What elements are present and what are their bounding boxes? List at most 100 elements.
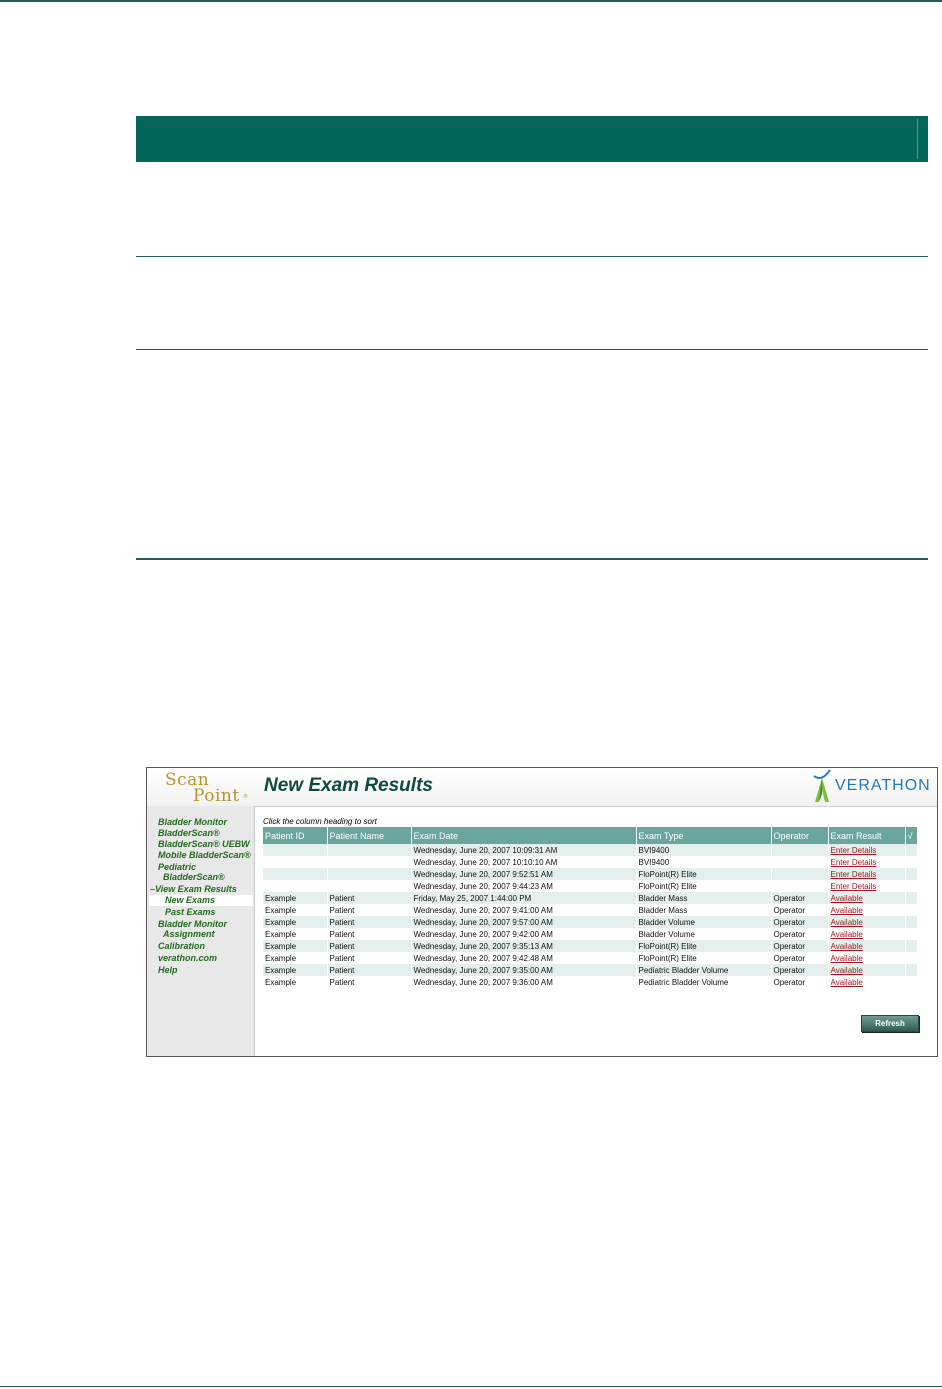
exam-type-cell: FloPoint(R) Elite bbox=[636, 952, 772, 964]
section-rule bbox=[136, 558, 928, 560]
patient-name-cell bbox=[327, 880, 412, 892]
patient-name-cell: Patient bbox=[327, 964, 412, 976]
sidebar-item-past-exams[interactable]: Past Exams bbox=[165, 907, 216, 917]
table-row[interactable]: Example Patient Wednesday, June 20, 2007 9… bbox=[263, 928, 918, 940]
column-header-checkmark[interactable]: √ bbox=[905, 827, 918, 844]
table-row[interactable]: Example Patient Wednesday, June 20, 2007 9… bbox=[263, 940, 918, 952]
sidebar-item-help[interactable]: Help bbox=[158, 965, 178, 975]
exam-result-link[interactable]: Available bbox=[831, 966, 863, 975]
operator-cell: Operator bbox=[771, 892, 829, 904]
sidebar-item-bladderscan-uebw[interactable]: BladderScan® UEBW bbox=[158, 839, 250, 849]
select-cell[interactable] bbox=[905, 856, 918, 868]
operator-cell: Operator bbox=[771, 976, 829, 988]
operator-cell: Operator bbox=[771, 928, 829, 940]
sidebar-item-bladder-monitor-assignment[interactable]: Bladder Monitor bbox=[158, 919, 227, 929]
select-cell[interactable] bbox=[905, 880, 918, 892]
sidebar-item-mobile-bladderscan[interactable]: Mobile BladderScan® bbox=[158, 850, 251, 860]
operator-cell bbox=[771, 856, 829, 868]
exam-result-link[interactable]: Enter Details bbox=[831, 846, 877, 855]
select-cell[interactable] bbox=[905, 844, 918, 856]
exam-type-cell: Bladder Volume bbox=[636, 928, 772, 940]
exam-type-cell: Bladder Mass bbox=[636, 904, 772, 916]
select-cell[interactable] bbox=[905, 868, 918, 880]
column-header-patient-id[interactable]: Patient ID bbox=[263, 827, 328, 844]
sidebar-item-bladderscan[interactable]: BladderScan® bbox=[158, 828, 220, 838]
exam-result-link[interactable]: Enter Details bbox=[831, 882, 877, 891]
patient-id-cell bbox=[263, 856, 328, 868]
table-row[interactable]: Example Patient Friday, May 25, 2007 1:44:… bbox=[263, 892, 918, 904]
column-header-exam-result[interactable]: Exam Result bbox=[828, 827, 906, 844]
operator-cell: Operator bbox=[771, 904, 829, 916]
sidebar-item-verathon-com[interactable]: verathon.com bbox=[158, 953, 217, 963]
column-header-exam-date[interactable]: Exam Date bbox=[411, 827, 637, 844]
exam-type-cell: Bladder Mass bbox=[636, 892, 772, 904]
patient-id-cell: Example bbox=[263, 940, 328, 952]
exam-result-cell: Enter Details bbox=[828, 868, 906, 880]
select-cell[interactable] bbox=[905, 940, 918, 952]
table-row[interactable]: Wednesday, June 20, 2007 9:52:51 AM FloPo… bbox=[263, 868, 918, 880]
exam-result-link[interactable]: Available bbox=[831, 954, 863, 963]
exam-result-cell: Available bbox=[828, 904, 906, 916]
sidebar-item-bladder-monitor[interactable]: Bladder Monitor bbox=[158, 817, 227, 827]
exam-result-link[interactable]: Enter Details bbox=[831, 870, 877, 879]
select-cell[interactable] bbox=[905, 976, 918, 988]
patient-name-cell: Patient bbox=[327, 940, 412, 952]
patient-name-cell: Patient bbox=[327, 904, 412, 916]
sidebar-item-view-exam-results[interactable]: –View Exam Results bbox=[150, 884, 237, 894]
exam-result-link[interactable]: Available bbox=[831, 930, 863, 939]
exam-date-cell: Wednesday, June 20, 2007 10:09:31 AM bbox=[411, 844, 637, 856]
sidebar-item-pediatric[interactable]: Pediatric bbox=[158, 862, 196, 872]
sidebar-item-calibration[interactable]: Calibration bbox=[158, 941, 205, 951]
operator-cell: Operator bbox=[771, 964, 829, 976]
exam-date-cell: Wednesday, June 20, 2007 9:57:00 AM bbox=[411, 916, 637, 928]
patient-id-cell: Example bbox=[263, 928, 328, 940]
exam-date-cell: Wednesday, June 20, 2007 10:10:10 AM bbox=[411, 856, 637, 868]
operator-cell bbox=[771, 868, 829, 880]
column-header-operator[interactable]: Operator bbox=[771, 827, 829, 844]
exam-result-link[interactable]: Available bbox=[831, 918, 863, 927]
column-header-exam-type[interactable]: Exam Type bbox=[636, 827, 772, 844]
patient-id-cell bbox=[263, 880, 328, 892]
table-body: Wednesday, June 20, 2007 10:09:31 AM BVI9… bbox=[263, 844, 918, 988]
select-cell[interactable] bbox=[905, 964, 918, 976]
refresh-button[interactable]: Refresh bbox=[861, 1015, 919, 1032]
exam-result-cell: Enter Details bbox=[828, 844, 906, 856]
verathon-logo-icon bbox=[813, 769, 831, 802]
table-row[interactable]: Example Patient Wednesday, June 20, 2007 9… bbox=[263, 916, 918, 928]
exam-result-link[interactable]: Available bbox=[831, 978, 863, 987]
exam-results-table: Patient ID Patient Name Exam Date Exam T… bbox=[263, 827, 918, 988]
table-row[interactable]: Wednesday, June 20, 2007 10:09:31 AM BVI9… bbox=[263, 844, 918, 856]
select-cell[interactable] bbox=[905, 916, 918, 928]
sidebar-nav: Bladder Monitor BladderScan® BladderScan… bbox=[147, 806, 255, 1056]
section-header-divider bbox=[917, 119, 918, 159]
sidebar-item-new-exams[interactable]: New Exams bbox=[165, 895, 215, 905]
patient-name-cell bbox=[327, 856, 412, 868]
operator-cell: Operator bbox=[771, 916, 829, 928]
select-cell[interactable] bbox=[905, 892, 918, 904]
exam-date-cell: Wednesday, June 20, 2007 9:41:00 AM bbox=[411, 904, 637, 916]
exam-result-link[interactable]: Available bbox=[831, 894, 863, 903]
select-cell[interactable] bbox=[905, 952, 918, 964]
exam-date-cell: Wednesday, June 20, 2007 9:42:00 AM bbox=[411, 928, 637, 940]
sidebar-item-assignment[interactable]: Assignment bbox=[163, 929, 215, 939]
table-row[interactable]: Wednesday, June 20, 2007 9:44:23 AM FloPo… bbox=[263, 880, 918, 892]
patient-id-cell bbox=[263, 844, 328, 856]
page-title: New Exam Results bbox=[264, 775, 433, 796]
table-row[interactable]: Example Patient Wednesday, June 20, 2007 9… bbox=[263, 964, 918, 976]
table-row[interactable]: Wednesday, June 20, 2007 10:10:10 AM BVI9… bbox=[263, 856, 918, 868]
table-row[interactable]: Example Patient Wednesday, June 20, 2007 9… bbox=[263, 904, 918, 916]
column-header-patient-name[interactable]: Patient Name bbox=[327, 827, 412, 844]
table-row[interactable]: Example Patient Wednesday, June 20, 2007 9… bbox=[263, 976, 918, 988]
exam-result-link[interactable]: Enter Details bbox=[831, 858, 877, 867]
exam-result-cell: Available bbox=[828, 952, 906, 964]
select-cell[interactable] bbox=[905, 904, 918, 916]
exam-type-cell: Pediatric Bladder Volume bbox=[636, 964, 772, 976]
app-header: Scan Point ® New Exam Results VERATHON bbox=[147, 768, 937, 807]
table-row[interactable]: Example Patient Wednesday, June 20, 2007 9… bbox=[263, 952, 918, 964]
exam-result-link[interactable]: Available bbox=[831, 942, 863, 951]
sidebar-item-pediatric-bladderscan[interactable]: BladderScan® bbox=[163, 872, 225, 882]
operator-cell: Operator bbox=[771, 952, 829, 964]
exam-result-link[interactable]: Available bbox=[831, 906, 863, 915]
patient-id-cell: Example bbox=[263, 904, 328, 916]
select-cell[interactable] bbox=[905, 928, 918, 940]
